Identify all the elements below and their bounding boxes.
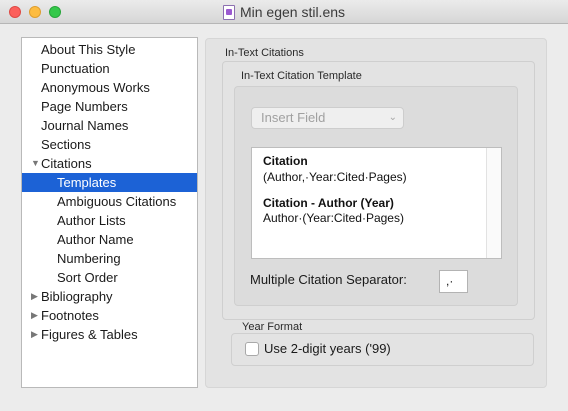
window-title-group: Min egen stil.ens	[0, 0, 568, 24]
template-editor[interactable]: Citation (Author,·Year:Cited·Pages) Cita…	[251, 147, 502, 259]
two-digit-years-checkbox[interactable]	[245, 342, 259, 356]
two-digit-years-label[interactable]: Use 2-digit years ('99)	[264, 341, 391, 356]
sidebar-item-figures-tables[interactable]: ▶ Figures & Tables	[22, 325, 197, 344]
sidebar-item-bibliography[interactable]: ▶ Bibliography	[22, 287, 197, 306]
style-file-icon	[222, 4, 235, 20]
disclosure-collapsed-icon[interactable]: ▶	[31, 306, 41, 325]
insert-field-label: Insert Field	[261, 110, 326, 125]
sidebar-item-about-this-style[interactable]: About This Style	[22, 40, 197, 59]
template-line: Citation	[263, 154, 308, 168]
template-group-title: In-Text Citation Template	[241, 70, 362, 82]
sidebar-item-journal-names[interactable]: Journal Names	[22, 116, 197, 135]
sidebar-item-templates[interactable]: Templates	[22, 173, 197, 192]
window-title: Min egen stil.ens	[239, 4, 346, 20]
separator-label: Multiple Citation Separator:	[250, 272, 407, 287]
sidebar-item-author-name[interactable]: Author Name	[22, 230, 197, 249]
template-line: Author·(Year:Cited·Pages)	[263, 211, 404, 225]
chevron-down-icon: ⌄	[388, 112, 397, 123]
sidebar-item-sort-order[interactable]: Sort Order	[22, 268, 197, 287]
year-format-title: Year Format	[242, 321, 303, 333]
sidebar-item-numbering[interactable]: Numbering	[22, 249, 197, 268]
style-editor-window: Min egen stil.ens About This Style Punct…	[0, 0, 568, 411]
sidebar-item-punctuation[interactable]: Punctuation	[22, 59, 197, 78]
template-scrollbar[interactable]	[486, 148, 501, 258]
disclosure-collapsed-icon[interactable]: ▶	[31, 287, 41, 306]
title-bar[interactable]: Min egen stil.ens	[0, 0, 568, 24]
insert-field-popup[interactable]: Insert Field ⌄	[251, 107, 404, 129]
sidebar-item-anonymous-works[interactable]: Anonymous Works	[22, 78, 197, 97]
disclosure-expanded-icon[interactable]: ▼	[31, 154, 41, 173]
sidebar-item-citations[interactable]: ▼ Citations	[22, 154, 197, 173]
section-title: In-Text Citations	[225, 47, 304, 59]
sidebar-item-footnotes[interactable]: ▶ Footnotes	[22, 306, 197, 325]
sidebar-item-author-lists[interactable]: Author Lists	[22, 211, 197, 230]
sidebar-item-page-numbers[interactable]: Page Numbers	[22, 97, 197, 116]
sidebar-item-ambiguous-citations[interactable]: Ambiguous Citations	[22, 192, 197, 211]
template-line: (Author,·Year:Cited·Pages)	[263, 170, 407, 184]
disclosure-collapsed-icon[interactable]: ▶	[31, 325, 41, 344]
sidebar-item-sections[interactable]: Sections	[22, 135, 197, 154]
style-sections-sidebar[interactable]: About This Style Punctuation Anonymous W…	[21, 37, 198, 388]
separator-field[interactable]: ,·	[439, 270, 468, 293]
template-line: Citation - Author (Year)	[263, 196, 394, 210]
